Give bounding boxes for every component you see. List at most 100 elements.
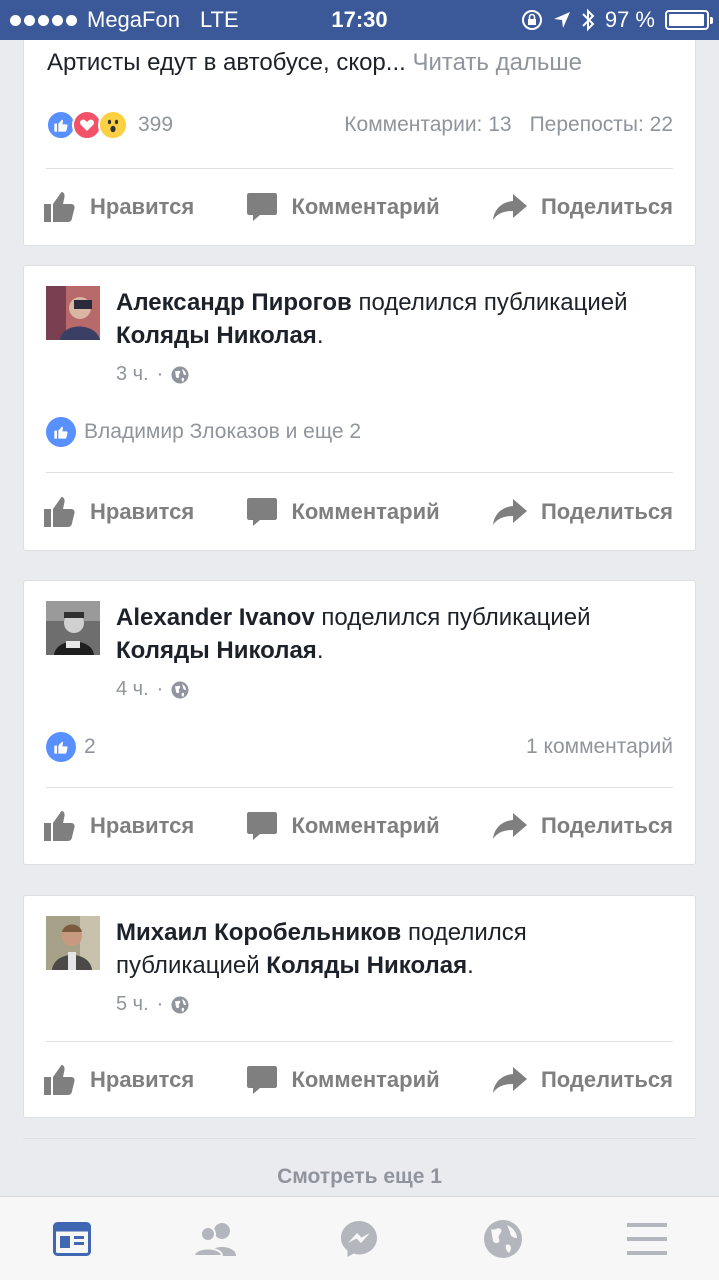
period: .	[316, 637, 324, 664]
post-body: Артисты едут в автобусе, скор...	[47, 49, 406, 76]
status-left: MegaFon LTE	[10, 7, 239, 33]
location-icon	[553, 12, 570, 28]
status-right: 97 %	[521, 7, 713, 33]
post-time[interactable]: 4 ч.	[116, 673, 149, 706]
post-header: Михаил Коробельников поделился публикаци…	[46, 916, 676, 1021]
like-label: Нравится	[90, 194, 195, 219]
share-button[interactable]: Поделиться	[492, 194, 673, 220]
comment-button[interactable]: Комментарий	[247, 1065, 440, 1095]
wow-reaction-icon	[98, 110, 128, 140]
comment-button[interactable]: Комментарий	[247, 811, 440, 841]
network-label: LTE	[199, 7, 239, 32]
share-icon	[492, 499, 527, 525]
likes-count[interactable]: 2	[84, 735, 96, 759]
like-label: Нравится	[90, 813, 195, 838]
menu-icon[interactable]	[617, 1209, 677, 1269]
reactions-count[interactable]: 399	[138, 113, 173, 137]
source-name[interactable]: Коляды Николая	[116, 637, 317, 664]
shared-text: поделился публикацией	[321, 604, 591, 631]
action-bar: Нравится Комментарий Поделиться	[24, 187, 695, 227]
post-card: Александр Пирогов поделился публикацией …	[23, 265, 696, 551]
post-meta: 3 ч. ·	[116, 358, 676, 391]
thumbs-up-icon	[44, 497, 75, 527]
post-headline: Михаил Коробельников поделился публикаци…	[116, 916, 676, 1021]
comment-icon	[247, 1066, 278, 1094]
battery-percent: 97 %	[604, 7, 655, 32]
post-headline: Alexander Ivanov поделился публикацией К…	[116, 601, 676, 706]
comment-button[interactable]: Комментарий	[247, 497, 440, 527]
tab-bar	[0, 1196, 719, 1280]
divider	[46, 787, 673, 788]
comment-label: Комментарий	[291, 194, 440, 219]
avatar[interactable]	[46, 916, 100, 970]
divider	[46, 1041, 673, 1042]
divider	[46, 472, 673, 473]
rotation-lock-icon	[521, 10, 542, 30]
news-feed-icon[interactable]	[42, 1209, 102, 1269]
post-time[interactable]: 3 ч.	[116, 358, 149, 391]
globe-icon	[171, 996, 189, 1013]
share-label: Поделиться	[540, 1067, 673, 1092]
avatar[interactable]	[46, 286, 100, 340]
author-name[interactable]: Александр Пирогов	[116, 289, 352, 316]
like-button[interactable]: Нравится	[44, 497, 194, 527]
comment-button[interactable]: Комментарий	[247, 192, 440, 222]
comment-icon	[247, 498, 278, 526]
comment-label: Комментарий	[291, 499, 440, 524]
likes-summary[interactable]: Владимир Злоказов и еще 2	[84, 420, 361, 444]
dot-separator: ·	[156, 363, 164, 385]
comments-count[interactable]: Комментарии: 13	[344, 113, 511, 137]
share-button[interactable]: Поделиться	[492, 499, 673, 525]
like-reaction-icon	[46, 417, 76, 447]
post-card: Alexander Ivanov поделился публикацией К…	[23, 580, 696, 865]
dot-separator: ·	[156, 993, 164, 1015]
post-header: Alexander Ivanov поделился публикацией К…	[46, 601, 676, 706]
read-more-link[interactable]: Читать дальше	[412, 49, 582, 76]
post-time[interactable]: 5 ч.	[116, 988, 149, 1021]
period: .	[316, 322, 324, 349]
battery-icon	[665, 10, 713, 30]
post-header: Александр Пирогов поделился публикацией …	[46, 286, 676, 391]
post-card: Михаил Коробельников поделился публикаци…	[23, 895, 696, 1118]
divider	[46, 168, 673, 169]
notifications-globe-icon[interactable]	[473, 1209, 533, 1269]
friends-icon[interactable]	[186, 1209, 246, 1269]
action-bar: Нравится Комментарий Поделиться	[24, 1060, 695, 1100]
share-button[interactable]: Поделиться	[492, 1067, 673, 1093]
share-button[interactable]: Поделиться	[492, 813, 673, 839]
share-label: Поделиться	[540, 194, 673, 219]
post-text: Артисты едут в автобусе, скор... Читать …	[47, 47, 582, 79]
share-label: Поделиться	[540, 499, 673, 524]
like-reaction-icon	[46, 732, 76, 762]
period: .	[467, 952, 474, 979]
post-meta: 5 ч. ·	[116, 988, 676, 1021]
comments-count[interactable]: 1 комментарий	[526, 735, 673, 759]
comment-icon	[247, 193, 278, 221]
like-label: Нравится	[90, 1067, 195, 1092]
bluetooth-icon	[582, 8, 595, 32]
shares-count[interactable]: Перепосты: 22	[530, 113, 673, 137]
share-icon	[492, 194, 527, 220]
messenger-icon[interactable]	[329, 1209, 389, 1269]
thumbs-up-icon	[44, 811, 75, 841]
globe-icon	[171, 366, 189, 383]
avatar[interactable]	[46, 601, 100, 655]
source-name[interactable]: Коляды Николая	[266, 952, 467, 979]
like-label: Нравится	[90, 499, 195, 524]
status-bar: MegaFon LTE 17:30 97 %	[0, 0, 719, 40]
dot-separator: ·	[156, 678, 164, 700]
action-bar: Нравится Комментарий Поделиться	[24, 806, 695, 846]
author-name[interactable]: Alexander Ivanov	[116, 604, 315, 631]
author-name[interactable]: Михаил Коробельников	[116, 919, 401, 946]
see-more-button[interactable]: Смотреть еще 1	[23, 1138, 696, 1196]
thumbs-up-icon	[44, 1065, 75, 1095]
post-meta: 4 ч. ·	[116, 673, 676, 706]
like-button[interactable]: Нравится	[44, 192, 194, 222]
shared-text: поделился публикацией	[358, 289, 628, 316]
globe-icon	[171, 681, 189, 698]
source-name[interactable]: Коляды Николая	[116, 322, 317, 349]
carrier-label: MegaFon	[87, 7, 180, 32]
share-icon	[492, 813, 527, 839]
like-button[interactable]: Нравится	[44, 811, 194, 841]
like-button[interactable]: Нравится	[44, 1065, 194, 1095]
